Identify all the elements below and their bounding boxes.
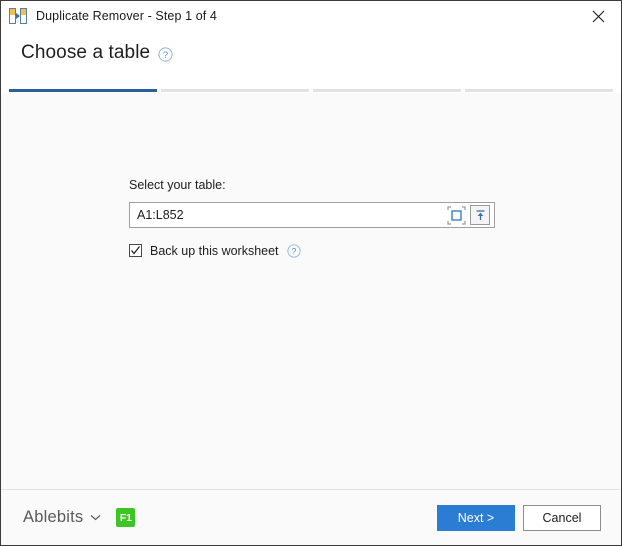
svg-text:?: ? (163, 50, 168, 61)
close-icon[interactable] (576, 1, 621, 31)
svg-text:?: ? (291, 246, 296, 256)
range-field-label: Select your table: (129, 178, 226, 192)
table-selection-form: Select your table: A1:L852 Back up this … (129, 178, 495, 258)
select-range-icon[interactable] (447, 205, 466, 225)
ablebits-menu[interactable]: Ablebits (23, 508, 101, 527)
backup-worksheet-label[interactable]: Back up this worksheet (150, 244, 279, 258)
page-title: Choose a table (21, 42, 151, 63)
help-circle-icon[interactable]: ? (286, 244, 302, 259)
range-input-group (129, 202, 495, 228)
backup-worksheet-row: Back up this worksheet ? (129, 243, 495, 258)
step-segment-4 (465, 89, 613, 92)
dialog-header: Choose a table ? (1, 31, 621, 93)
range-input[interactable] (130, 204, 447, 226)
window-title: Duplicate Remover - Step 1 of 4 (36, 9, 217, 23)
collapse-dialog-icon[interactable] (470, 205, 490, 225)
range-buttons (447, 205, 494, 225)
duplicate-remover-icon (9, 7, 27, 25)
title-bar: Duplicate Remover - Step 1 of 4 (1, 1, 621, 31)
chevron-down-icon (90, 515, 101, 521)
backup-worksheet-checkbox[interactable] (129, 244, 142, 257)
duplicate-remover-dialog: Duplicate Remover - Step 1 of 4 Choose a… (0, 0, 622, 546)
step-segment-1 (9, 89, 157, 92)
step-segment-3 (313, 89, 461, 92)
help-key-badge[interactable]: F1 (116, 508, 136, 527)
dialog-body: Select your table: A1:L852 Back up this … (1, 93, 621, 489)
ablebits-label: Ablebits (23, 508, 84, 526)
cancel-button[interactable]: Cancel (523, 504, 601, 531)
next-button[interactable]: Next > (437, 504, 515, 531)
step-progress (9, 89, 613, 92)
step-segment-2 (161, 89, 309, 92)
dialog-footer: Ablebits F1 Next > Cancel (1, 489, 621, 545)
help-circle-icon[interactable]: ? (158, 47, 173, 62)
